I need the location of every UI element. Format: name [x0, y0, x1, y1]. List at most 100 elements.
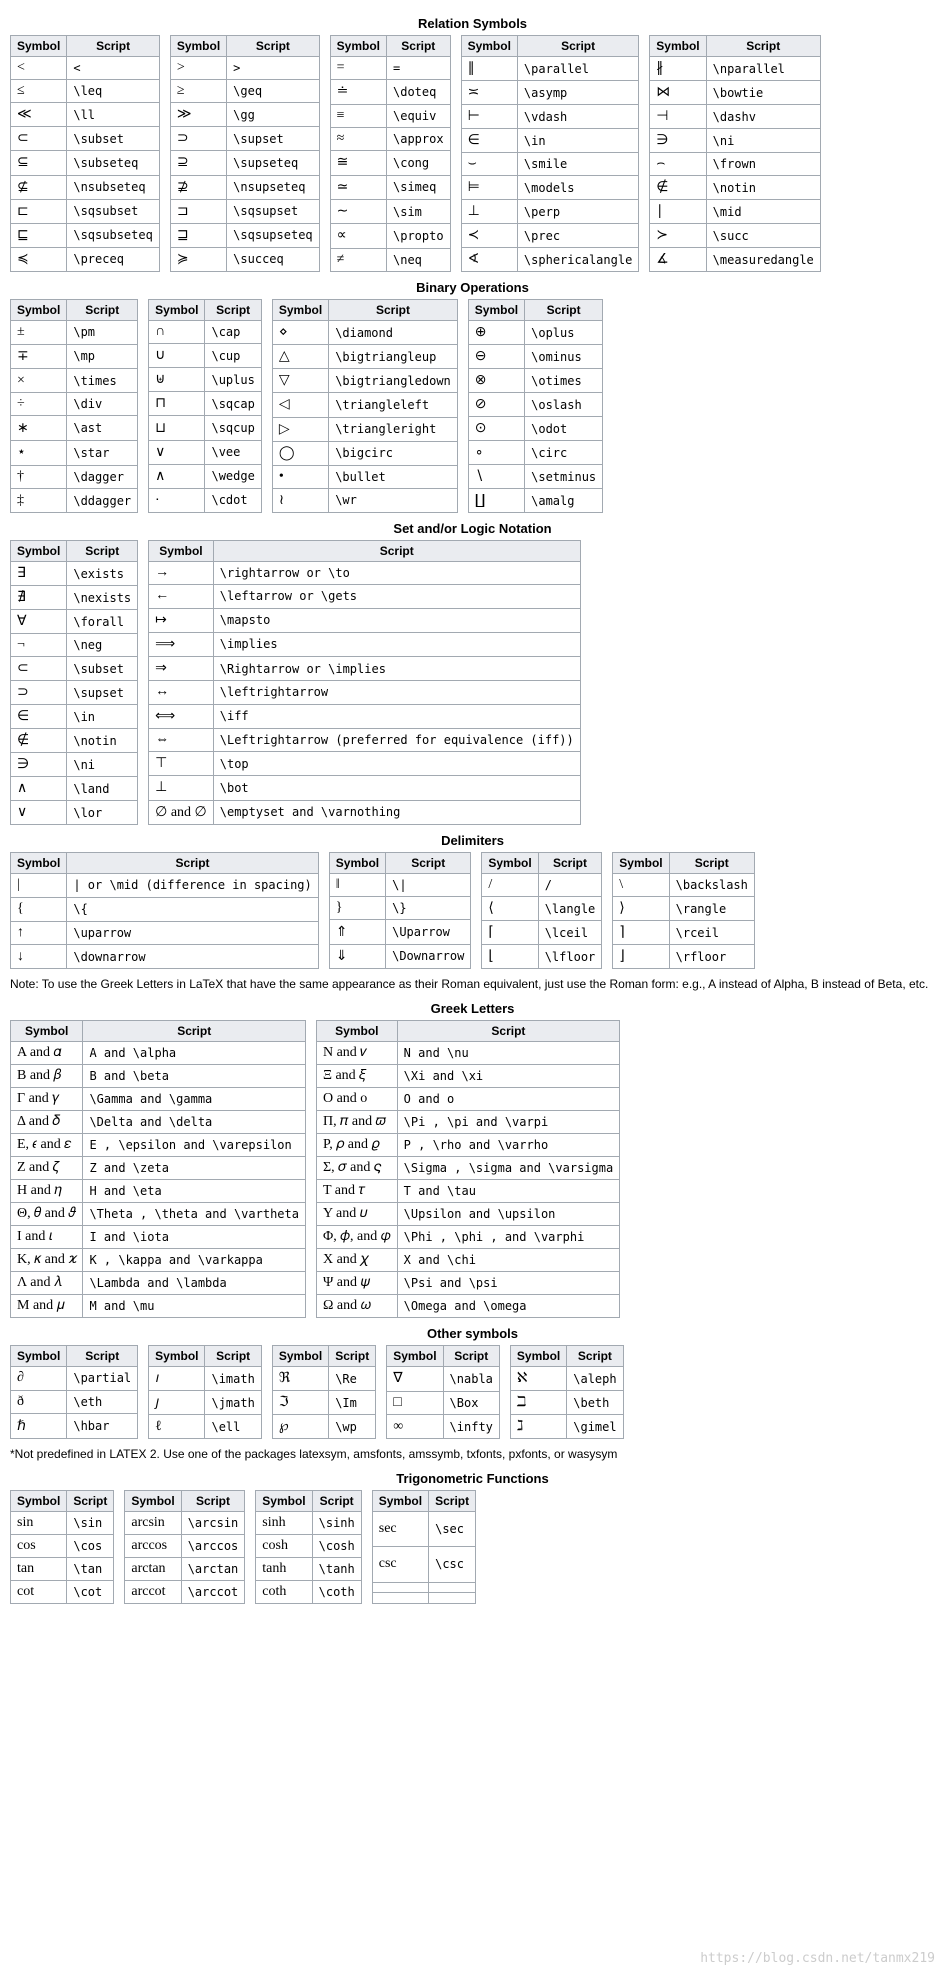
note: *Not predefined in LATEX 2. Use one of t…: [10, 1447, 935, 1461]
table-row: ‖\|: [329, 874, 471, 897]
table-row: ℏ\hbar: [11, 1414, 138, 1439]
table-row: ∧\wedge: [149, 464, 262, 488]
script-cell: \sin: [67, 1512, 114, 1535]
script-cell: \wp: [329, 1415, 376, 1439]
script-cell: \times: [67, 369, 138, 393]
symbol-cell: Φ, 𝜙, and 𝜑: [316, 1226, 397, 1249]
symbol-cell: ⊖: [468, 345, 524, 369]
table-row: N and 𝜈N and \nu: [316, 1042, 619, 1065]
symbol-cell: H and 𝜂: [11, 1180, 83, 1203]
symbol-cell: ∘: [468, 441, 524, 465]
symbol-cell: ⊥: [149, 776, 214, 800]
symbol-cell: ⊆: [11, 151, 67, 175]
script-cell: \ni: [706, 129, 820, 153]
symbol-cell: ⇒: [149, 657, 214, 681]
script-cell: \cong: [387, 151, 451, 175]
table-row: △\bigtriangleup: [272, 345, 457, 369]
symbol-cell: ∂: [11, 1367, 67, 1391]
symbol-cell: ⋅: [149, 488, 205, 512]
table-row: ℷ\gimel: [510, 1415, 623, 1439]
table-row: ⌉\rceil: [613, 921, 755, 945]
table-row: ≅\cong: [330, 151, 450, 175]
symbol-cell: ∋: [11, 753, 67, 777]
table-row: ℑ\Im: [272, 1391, 375, 1415]
symbol-cell: ≈: [330, 127, 386, 150]
col-script: Script: [329, 1346, 376, 1367]
script-cell: \arcsin: [181, 1512, 245, 1535]
symbol-cell: ∦: [650, 57, 706, 81]
table-row: Z and 𝜁Z and \zeta: [11, 1157, 306, 1180]
col-script: Script: [205, 1346, 261, 1367]
symbol-table: SymbolScriptarcsin\arcsinarccos\arccosar…: [124, 1490, 245, 1604]
symbol-cell: ∨: [11, 801, 67, 825]
symbol-cell: sin: [11, 1512, 67, 1535]
script-cell: [429, 1582, 476, 1593]
symbol-cell: ∩: [149, 321, 205, 344]
symbol-cell: ∣: [650, 200, 706, 224]
script-cell: \ni: [67, 753, 138, 777]
symbol-cell: ⌋: [613, 945, 669, 969]
table-row: ⊣\dashv: [650, 105, 821, 129]
symbol-cell: ↑: [11, 921, 67, 945]
symbol-cell: ⊈: [11, 175, 67, 199]
script-cell: N and \nu: [397, 1042, 620, 1065]
symbol-cell: ℷ: [510, 1415, 566, 1439]
script-cell: \eth: [67, 1390, 138, 1414]
symbol-cell: cos: [11, 1535, 67, 1558]
script-cell: /: [538, 874, 602, 897]
symbol-cell: ≍: [461, 81, 517, 105]
table-row: ℵ\aleph: [510, 1367, 623, 1391]
symbol-cell: arccos: [125, 1535, 181, 1558]
script-cell: \arccos: [181, 1535, 245, 1558]
script-cell: I and \iota: [83, 1226, 306, 1249]
table-row: ∄\nexists: [11, 586, 138, 610]
table-row: ⊈\nsubseteq: [11, 175, 160, 199]
symbol-table: SymbolScript<<≤\leq≪\ll⊂\subset⊆\subsete…: [10, 35, 160, 272]
script-cell: \jmath: [205, 1391, 261, 1415]
table-row: •\bullet: [272, 465, 457, 488]
table-row: ∈\in: [461, 129, 639, 153]
script-cell: \forall: [67, 610, 138, 634]
symbol-cell: †: [11, 465, 67, 489]
col-symbol: Symbol: [256, 1491, 312, 1512]
symbol-cell: tan: [11, 1558, 67, 1581]
symbol-cell: ≐: [330, 80, 386, 104]
col-symbol: Symbol: [149, 1346, 205, 1367]
script-cell: B and \beta: [83, 1065, 306, 1088]
symbol-cell: ⟺: [149, 704, 214, 728]
script-cell: \prec: [517, 224, 638, 248]
table-row: ⋈\bowtie: [650, 81, 821, 105]
symbol-cell: >: [170, 57, 226, 80]
script-cell: \bigtriangleup: [329, 345, 458, 369]
script-cell: K , \kappa and \varkappa: [83, 1249, 306, 1272]
table-row: T and 𝜏T and \tau: [316, 1180, 619, 1203]
symbol-cell: ∐: [468, 489, 524, 513]
table-row: ∈\in: [11, 705, 138, 729]
script-cell: \iff: [213, 704, 580, 728]
col-script: Script: [213, 541, 580, 562]
table-row: coth\coth: [256, 1581, 361, 1604]
table-row-group: SymbolScriptsin\sincos\costan\tancot\cot…: [10, 1490, 935, 1604]
symbol-cell: ⌢: [650, 153, 706, 176]
script-cell: P , \rho and \varrho: [397, 1134, 620, 1157]
script-cell: O and o: [397, 1088, 620, 1111]
col-symbol: Symbol: [149, 541, 214, 562]
table-row: ∩\cap: [149, 321, 262, 344]
symbol-cell: □: [387, 1391, 443, 1415]
table-row: ⌊\lfloor: [482, 945, 602, 969]
table-row: ∅ and ∅\emptyset and \varnothing: [149, 800, 581, 824]
table-row: ∼\sim: [330, 199, 450, 223]
script-cell: \lceil: [538, 921, 602, 945]
symbol-cell: ℶ: [510, 1391, 566, 1415]
section-title: Binary Operations: [10, 280, 935, 295]
symbol-cell: ∉: [650, 176, 706, 200]
script-cell: \lfloor: [538, 945, 602, 969]
symbol-cell: Π, 𝜋 and 𝜛: [316, 1111, 397, 1134]
symbol-cell: {: [11, 897, 67, 921]
script-cell: \arctan: [181, 1558, 245, 1581]
symbol-cell: P, 𝜌 and 𝜚: [316, 1134, 397, 1157]
col-symbol: Symbol: [372, 1491, 428, 1512]
table-row: Υ and 𝜐\Upsilon and \upsilon: [316, 1203, 619, 1226]
script-cell: \Uparrow: [386, 920, 471, 944]
table-row: ⊃\supset: [170, 127, 319, 151]
